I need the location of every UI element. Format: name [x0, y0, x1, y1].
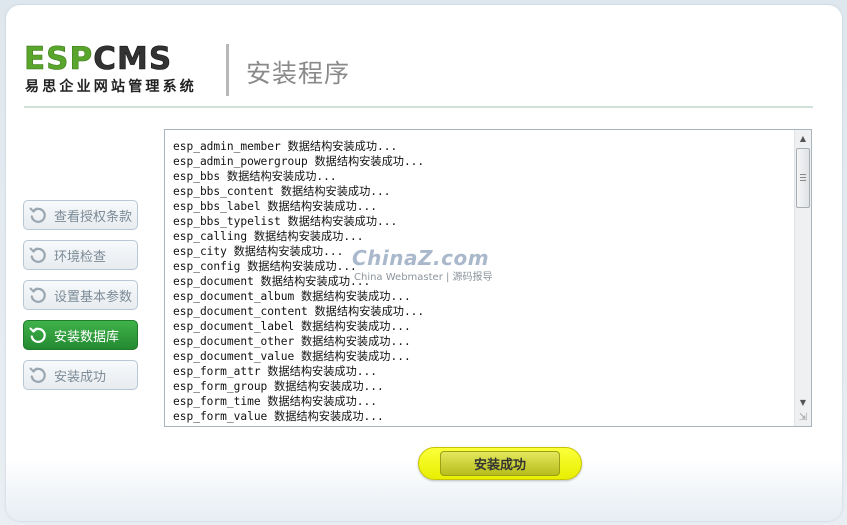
resize-grip-icon[interactable]: ⇲: [796, 411, 810, 425]
log-line: esp_form_group 数据结构安装成功...: [173, 380, 384, 393]
log-line: esp_document_other 数据结构安装成功...: [173, 335, 411, 348]
log-scrollbar[interactable]: ▲ ▼: [794, 130, 811, 426]
install-success-button[interactable]: 安装成功: [418, 447, 582, 480]
log-line: esp_form_value 数据结构安装成功...: [173, 410, 384, 423]
log-line: esp_bbs_typelist 数据结构安装成功...: [173, 215, 398, 228]
install-steps: 查看授权条款 环境检查设置基本参数 安装数据库安装成功: [23, 200, 139, 400]
watermark-sub: China Webmaster | 源码报导: [354, 272, 493, 283]
install-success-label: 安装成功: [440, 451, 560, 476]
log-line: esp_document_album 数据结构安装成功...: [173, 290, 411, 303]
thumb-grip: [800, 174, 806, 175]
step-label: 查看授权条款: [54, 209, 133, 225]
refresh-icon: [29, 287, 46, 303]
log-line: esp_form_time 数据结构安装成功...: [173, 395, 378, 408]
thumb-grip: [800, 180, 806, 181]
log-line: esp_calling 数据结构安装成功...: [173, 230, 364, 243]
logo-wordmark: ESPCMS: [24, 41, 173, 77]
thumb-grip: [800, 177, 806, 178]
page-title: 安装程序: [246, 59, 351, 88]
espcms-logo: ESPCMS 易思企业网站管理系统: [24, 41, 214, 96]
logo-cms: CMS: [93, 41, 173, 77]
logo-esp: ESP: [24, 41, 94, 77]
step-item[interactable]: 查看授权条款: [23, 200, 138, 230]
step-label: 安装成功: [54, 369, 107, 385]
step-label: 安装数据库: [54, 329, 120, 345]
scroll-up-arrow-icon[interactable]: ▲: [795, 130, 811, 146]
refresh-icon: [29, 207, 46, 223]
step-label: 设置基本参数: [54, 289, 133, 305]
log-line: esp_bbs_label 数据结构安装成功...: [173, 200, 378, 213]
log-line: esp_document_content 数据结构安装成功...: [173, 305, 425, 318]
log-line: esp_document_label 数据结构安装成功...: [173, 320, 411, 333]
step-item[interactable]: 设置基本参数: [23, 280, 138, 310]
logo-subtitle: 易思企业网站管理系统: [25, 79, 197, 95]
log-line: esp_document_value 数据结构安装成功...: [173, 350, 411, 363]
watermark: ChinaZ.com China Webmaster | 源码报导: [352, 246, 502, 286]
step-item[interactable]: 安装数据库: [23, 320, 138, 350]
log-line: esp_bbs 数据结构安装成功...: [173, 170, 337, 183]
refresh-icon: [29, 367, 46, 383]
step-label: 环境检查: [54, 249, 107, 265]
log-line: esp_form_attr 数据结构安装成功...: [173, 365, 378, 378]
refresh-icon: [29, 247, 46, 263]
header-divider: [226, 44, 229, 96]
log-line: esp_admin_powergroup 数据结构安装成功...: [173, 155, 425, 168]
refresh-icon: [29, 327, 46, 343]
scroll-down-arrow-icon[interactable]: ▼: [795, 394, 811, 410]
log-line: esp_bbs_content 数据结构安装成功...: [173, 185, 391, 198]
watermark-main: ChinaZ.com: [352, 246, 490, 270]
log-line: esp_admin_member 数据结构安装成功...: [173, 140, 398, 153]
step-item[interactable]: 安装成功: [23, 360, 138, 390]
step-item[interactable]: 环境检查: [23, 240, 138, 270]
header-rule: [24, 106, 813, 108]
scrollbar-thumb[interactable]: [796, 148, 810, 208]
